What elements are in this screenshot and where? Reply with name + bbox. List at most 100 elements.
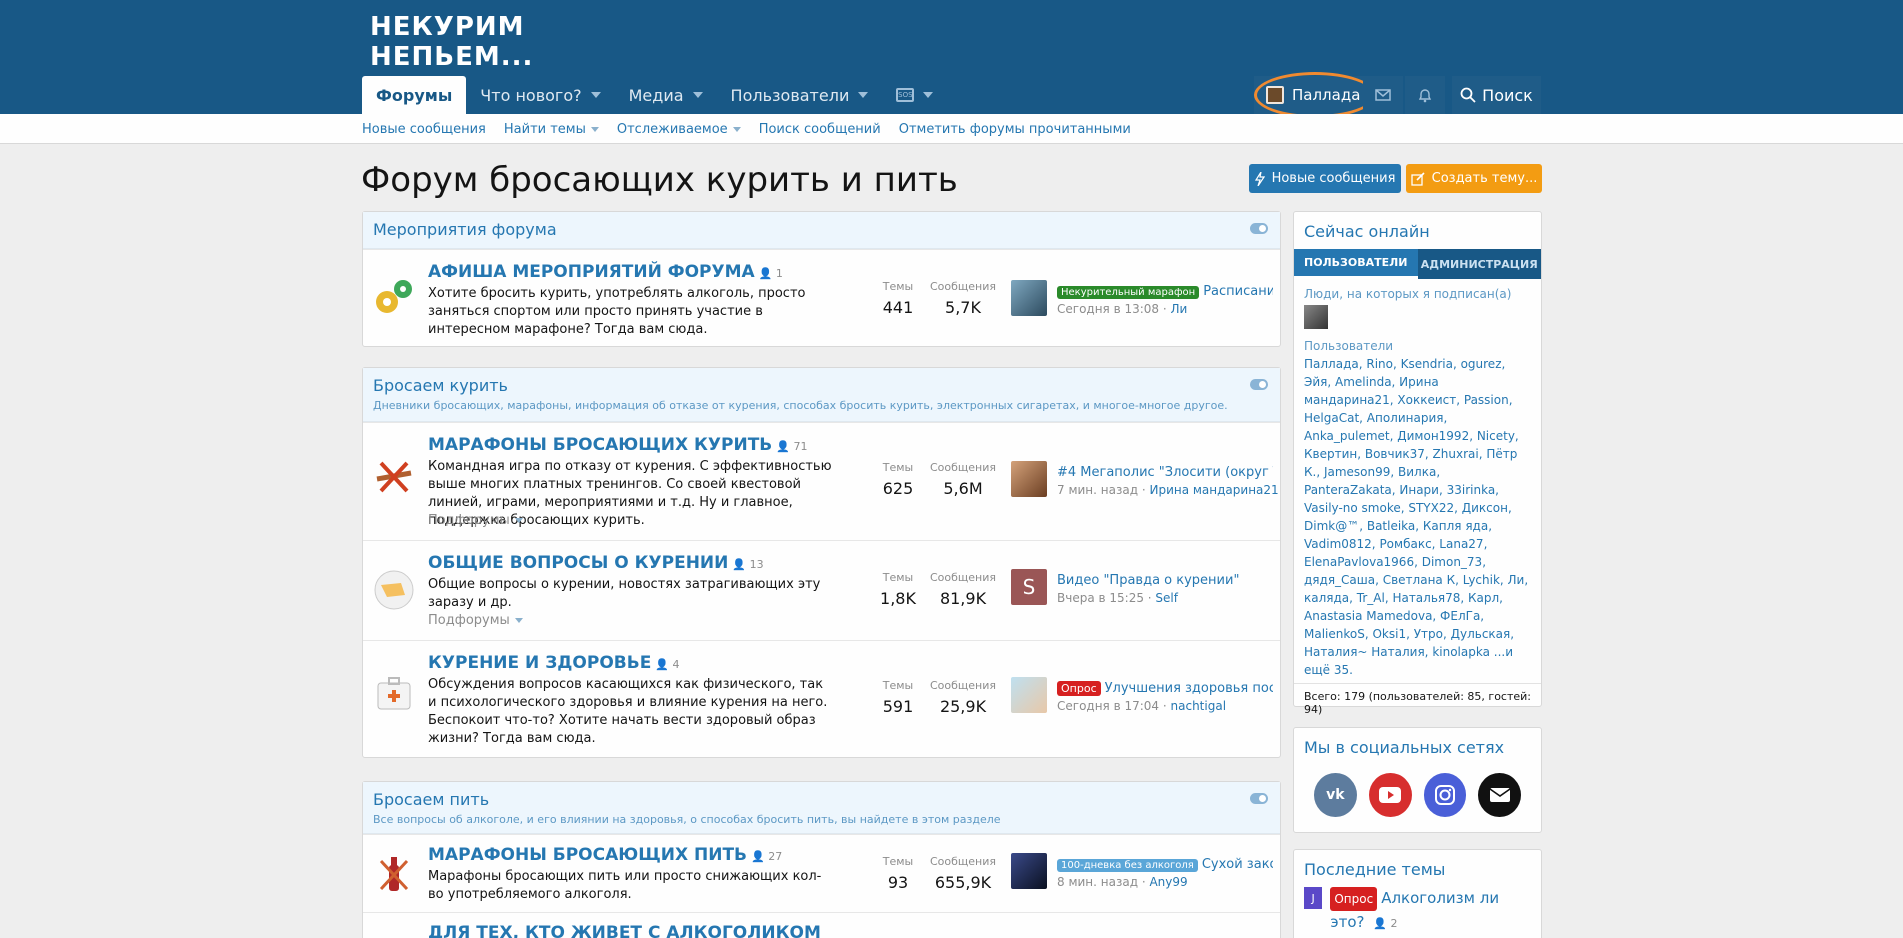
stat-value: 93: [887, 873, 909, 892]
subnav-new-posts[interactable]: Новые сообщения: [362, 122, 486, 137]
forum-title[interactable]: ДЛЯ ТЕХ, КТО ЖИВЕТ С АЛКОГОЛИКОМ: [428, 923, 821, 938]
nav-tab-sos[interactable]: SOS: [882, 76, 947, 114]
youtube-icon[interactable]: [1368, 773, 1412, 817]
widget-title[interactable]: Последние темы: [1294, 850, 1541, 887]
stat-value: 5,6M: [943, 479, 983, 498]
last-post-user[interactable]: Any99: [1149, 875, 1187, 889]
last-post-title-text: Расписание ...: [1203, 284, 1273, 299]
widget-title[interactable]: Сейчас онлайн: [1294, 212, 1541, 249]
stat-value: 625: [882, 479, 914, 498]
collapse-toggle[interactable]: [1250, 223, 1268, 234]
latest-thread-title[interactable]: Опрос Алкоголизм ли это? 👤 2: [1330, 887, 1531, 935]
create-thread-button[interactable]: Создать тему...: [1406, 164, 1542, 193]
forum-title[interactable]: МАРАФОНЫ БРОСАЮЩИХ ПИТЬ 👤 27: [428, 845, 782, 865]
subforums-toggle[interactable]: Подфорумы: [428, 613, 523, 628]
category-quit-drinking: Бросаем пить Все вопросы об алкоголе, и …: [362, 781, 1281, 938]
search-label: Поиск: [1482, 85, 1533, 105]
last-post-user[interactable]: Self: [1155, 591, 1178, 605]
tab-staff[interactable]: АДМИНИСТРАЦИЯ: [1418, 249, 1542, 279]
category-title[interactable]: Бросаем курить: [373, 376, 1270, 395]
site-logo[interactable]: НЕКУРИМ НЕПЬЕМ...: [370, 12, 533, 72]
last-post-user[interactable]: Ли: [1171, 302, 1188, 316]
last-post-title-text: Улучшения здоровья посл...: [1104, 681, 1273, 696]
last-post-title[interactable]: ОпросУлучшения здоровья посл...: [1057, 681, 1273, 696]
last-post-title[interactable]: #4 Мегаполис "Злосити (округ То...: [1057, 465, 1273, 480]
nav-tab-whats-new[interactable]: Что нового?: [466, 76, 614, 114]
lightning-icon: [1254, 171, 1265, 186]
chevron-down-icon[interactable]: [590, 92, 601, 98]
online-users-text[interactable]: Паллада, Rino, Ksendria, ogurez, Эйя, Am…: [1304, 357, 1528, 659]
category-title[interactable]: Мероприятия форума: [373, 220, 1270, 239]
tab-users[interactable]: ПОЛЬЗОВАТЕЛИ: [1294, 249, 1418, 279]
chevron-down-icon[interactable]: [858, 92, 869, 98]
email-icon[interactable]: [1478, 773, 1521, 817]
collapse-toggle[interactable]: [1250, 793, 1268, 804]
viewers-count: 👤 1: [758, 267, 783, 280]
last-post-title[interactable]: Некурительный марафонРасписание ...: [1057, 284, 1273, 299]
category-title[interactable]: Бросаем пить: [373, 790, 1270, 809]
search-button[interactable]: Поиск: [1452, 76, 1541, 114]
messages-stat: Сообщения 81,9K: [928, 571, 998, 608]
forum-node: АФИША МЕРОПРИЯТИЙ ФОРУМА 👤 1 Хотите броси…: [363, 249, 1280, 347]
subforums-label: Подфорумы: [428, 513, 510, 528]
avatar[interactable]: J: [1304, 887, 1323, 909]
nav-tab-members[interactable]: Пользователи: [717, 76, 883, 114]
last-post-title[interactable]: 100-дневка без алкоголяСухой закон ...: [1057, 857, 1273, 872]
subnav-watched[interactable]: Отслеживаемое: [617, 122, 741, 137]
last-post-meta: Вчера в 15:25 · Self: [1057, 591, 1178, 605]
subforums-toggle[interactable]: Подфорумы: [428, 513, 523, 528]
subnav-find-threads[interactable]: Найти темы: [504, 122, 599, 137]
collapse-toggle[interactable]: [1250, 379, 1268, 390]
viewers-count: 👤 27: [751, 850, 783, 863]
avatar[interactable]: [1011, 461, 1047, 497]
prefix-label: Опрос: [1057, 681, 1101, 696]
forum-title[interactable]: КУРЕНИЕ И ЗДОРОВЬЕ 👤 4: [428, 653, 680, 673]
site-header: НЕКУРИМ НЕПЬЕМ... Форумы Что нового? Мед…: [0, 0, 1903, 118]
chevron-down-icon[interactable]: [923, 92, 934, 98]
last-post-user[interactable]: Ирина мандарина21: [1149, 483, 1278, 497]
forum-title[interactable]: АФИША МЕРОПРИЯТИЙ ФОРУМА 👤 1: [428, 262, 783, 282]
avatar[interactable]: [1011, 280, 1047, 316]
inbox-button[interactable]: [1363, 76, 1403, 114]
stat-value: 591: [882, 697, 914, 716]
online-now-widget: Сейчас онлайн ПОЛЬЗОВАТЕЛИ АДМИНИСТРАЦИЯ…: [1293, 211, 1542, 716]
last-post-user[interactable]: nachtigal: [1171, 699, 1227, 713]
following-title[interactable]: Люди, на которых я подписан(а): [1294, 279, 1541, 301]
chevron-down-icon: [590, 127, 599, 132]
search-icon: [1460, 87, 1476, 103]
category-header[interactable]: Мероприятия форума: [363, 212, 1280, 249]
gears-icon: [371, 274, 417, 320]
category-header[interactable]: Бросаем пить Все вопросы об алкоголе, и …: [363, 782, 1280, 834]
nav-tab-forums[interactable]: Форумы: [362, 76, 467, 114]
vk-icon[interactable]: vk: [1314, 773, 1357, 817]
new-posts-button[interactable]: Новые сообщения: [1249, 164, 1401, 193]
last-post-meta: Сегодня в 17:04 · nachtigal: [1057, 699, 1227, 713]
avatar[interactable]: [1011, 853, 1047, 889]
latest-threads-widget: Последние темы J Опрос Алкоголизм ли это?…: [1293, 849, 1542, 938]
online-users-list[interactable]: Паллада, Rino, Ksendria, ogurez, Эйя, Am…: [1294, 353, 1541, 683]
chevron-down-icon[interactable]: [692, 92, 703, 98]
category-header[interactable]: Бросаем курить Дневники бросающих, мараф…: [363, 368, 1280, 422]
forum-title-text: МАРАФОНЫ БРОСАЮЩИХ КУРИТЬ: [428, 435, 773, 455]
page-title: Форум бросающих курить и пить: [361, 160, 958, 200]
forum-title[interactable]: ОБЩИЕ ВОПРОСЫ О КУРЕНИИ 👤 13: [428, 553, 764, 573]
stat-label: Темы: [882, 461, 914, 474]
subnav-label: Найти темы: [503, 122, 586, 137]
subnav-search-posts[interactable]: Поиск сообщений: [759, 122, 881, 137]
last-post-time: Вчера в 15:25: [1057, 591, 1144, 605]
forum-title[interactable]: МАРАФОНЫ БРОСАЮЩИХ КУРИТЬ 👤 71: [428, 435, 807, 455]
users-title[interactable]: Пользователи: [1294, 329, 1541, 353]
last-post-title-text: Сухой закон ...: [1201, 857, 1273, 872]
category-quit-smoking: Бросаем курить Дневники бросающих, мараф…: [362, 367, 1281, 758]
stat-value: 81,9K: [939, 589, 987, 608]
instagram-icon[interactable]: [1423, 773, 1467, 817]
nav-tab-media[interactable]: Медиа: [615, 76, 717, 114]
avatar[interactable]: S: [1011, 569, 1047, 605]
avatar[interactable]: [1011, 677, 1047, 713]
avatar[interactable]: [1304, 305, 1328, 329]
last-post-time: 8 мин. назад: [1057, 875, 1139, 889]
threads-stat: Темы 625: [868, 461, 928, 498]
last-post-title[interactable]: Видео "Правда о курении": [1057, 573, 1273, 588]
subnav-mark-read[interactable]: Отметить форумы прочитанными: [899, 122, 1131, 137]
alerts-button[interactable]: [1405, 76, 1445, 114]
